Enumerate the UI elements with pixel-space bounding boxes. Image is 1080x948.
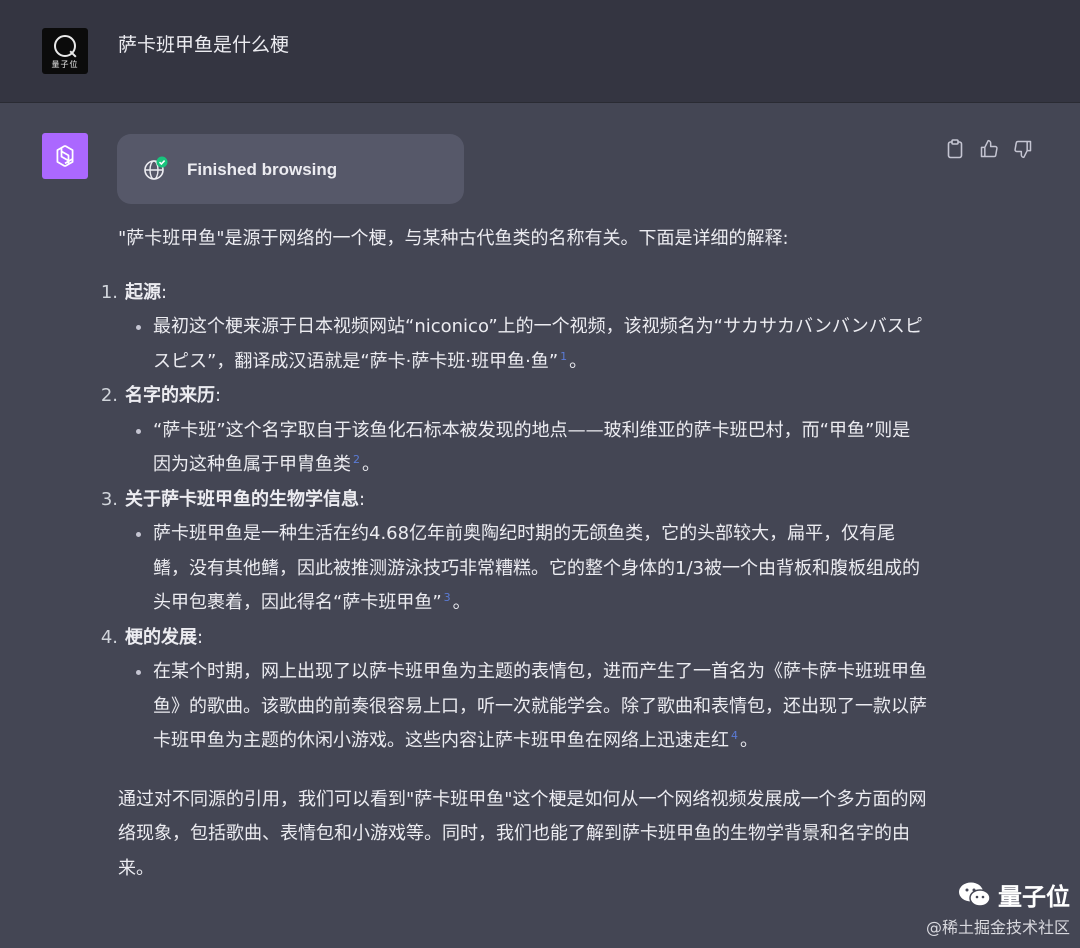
list-heading-colon: : — [359, 488, 366, 510]
thumbs-down-icon — [1014, 140, 1032, 159]
sub-item-tail: 。 — [362, 454, 380, 475]
bullet — [136, 325, 141, 330]
bullet — [136, 428, 141, 434]
sub-list-item: 最初这个梗来源于日本视频网站“niconico”上的一个视频，该视频名为“サカサ… — [136, 310, 928, 379]
sub-list: 在某个时期，网上出现了以萨卡班甲鱼为主题的表情包，进而产生了一首名为《萨卡萨卡班… — [136, 655, 928, 759]
sub-list: “萨卡班”这个名字取自于该鱼化石标本被发现的地点——玻利维亚的萨卡班巴村，而“甲… — [136, 414, 928, 483]
sub-item-text: 在某个时期，网上出现了以萨卡班甲鱼为主题的表情包，进而产生了一首名为《萨卡萨卡班… — [153, 661, 927, 751]
citation-link[interactable]: 4 — [731, 729, 738, 742]
answer-list: 1. 起源: 最初这个梗来源于日本视频网站“niconico”上的一个视频，该视… — [98, 276, 928, 759]
wechat-icon — [959, 882, 991, 907]
browsing-status-pill[interactable]: Finished browsing — [117, 134, 464, 204]
answer-outro: 通过对不同源的引用，我们可以看到"萨卡班甲鱼"这个梗是如何从一个网络视频发展成一… — [118, 788, 927, 879]
sub-list-item: 萨卡班甲鱼是一种生活在约4.68亿年前奥陶纪时期的无颌鱼类，它的头部较大，扁平，… — [136, 517, 928, 621]
watermark-brand: 量子位 — [926, 877, 1070, 912]
list-number: 4. — [100, 626, 118, 648]
bullet — [136, 532, 141, 537]
list-number: 2. — [100, 385, 118, 406]
citation-link[interactable]: 2 — [353, 453, 360, 466]
like-button[interactable] — [978, 138, 1000, 160]
list-heading: 梗的发展 — [125, 626, 197, 648]
watermark: 量子位 @稀土掘金技术社区 — [926, 877, 1070, 938]
openai-logo-icon — [56, 144, 74, 168]
clipboard-icon — [947, 139, 963, 159]
list-item: 4. 梗的发展: 在某个时期，网上出现了以萨卡班甲鱼为主题的表情包，进而产生了一… — [98, 621, 928, 759]
copy-button[interactable] — [944, 138, 966, 160]
user-avatar: 量子位 — [42, 28, 88, 74]
citation-link[interactable]: 1 — [560, 350, 567, 363]
sub-list-item: “萨卡班”这个名字取自于该鱼化石标本被发现的地点——玻利维亚的萨卡班巴村，而“甲… — [136, 414, 928, 483]
list-number: 1. — [100, 281, 118, 303]
watermark-name: 量子位 — [998, 883, 1070, 911]
thumbs-up-icon — [980, 139, 998, 158]
list-heading: 起源 — [125, 281, 161, 303]
sub-item-tail: 。 — [740, 730, 758, 751]
list-item: 1. 起源: 最初这个梗来源于日本视频网站“niconico”上的一个视频，该视… — [98, 276, 928, 380]
user-question: 萨卡班甲鱼是什么梗 — [118, 34, 290, 56]
sub-item-text: “萨卡班”这个名字取自于该鱼化石标本被发现的地点——玻利维亚的萨卡班巴村，而“甲… — [153, 419, 911, 476]
message-actions — [944, 138, 1034, 160]
watermark-site: @稀土掘金技术社区 — [925, 918, 1070, 937]
user-avatar-label: 量子位 — [51, 60, 79, 69]
sub-item-tail: 。 — [569, 350, 588, 372]
list-heading-colon: : — [215, 385, 222, 406]
sub-item-text: 萨卡班甲鱼是一种生活在约4.68亿年前奥陶纪时期的无颌鱼类，它的头部较大，扁平，… — [153, 523, 920, 613]
list-item: 3. 关于萨卡班甲鱼的生物学信息: 萨卡班甲鱼是一种生活在约4.68亿年前奥陶纪… — [98, 483, 928, 621]
list-heading: 关于萨卡班甲鱼的生物学信息 — [125, 488, 359, 510]
list-number: 3. — [100, 488, 118, 510]
sub-list: 最初这个梗来源于日本视频网站“niconico”上的一个视频，该视频名为“サカサ… — [136, 310, 928, 379]
list-heading-colon: : — [161, 281, 168, 303]
list-item: 2. 名字的来历: “萨卡班”这个名字取自于该鱼化石标本被发现的地点——玻利维亚… — [98, 379, 928, 483]
answer-intro: "萨卡班甲鱼"是源于网络的一个梗，与某种古代鱼类的名称有关。下面是详细的解释: — [118, 228, 789, 249]
user-message-row: 量子位 萨卡班甲鱼是什么梗 — [0, 0, 1080, 103]
globe-check-icon — [144, 156, 168, 180]
sub-item-tail: 。 — [452, 592, 471, 613]
sub-list-item: 在某个时期，网上出现了以萨卡班甲鱼为主题的表情包，进而产生了一首名为《萨卡萨卡班… — [136, 655, 928, 759]
sub-item-text: 最初这个梗来源于日本视频网站“niconico”上的一个视频，该视频名为“サカサ… — [153, 316, 923, 372]
browsing-status-text: Finished browsing — [187, 160, 338, 179]
list-heading: 名字的来历 — [125, 385, 215, 406]
citation-link[interactable]: 3 — [444, 591, 451, 604]
assistant-answer: "萨卡班甲鱼"是源于网络的一个梗，与某种古代鱼类的名称有关。下面是详细的解释: … — [101, 222, 928, 886]
assistant-avatar — [42, 133, 88, 179]
list-heading-colon: : — [197, 626, 204, 648]
bullet — [136, 670, 141, 675]
dislike-button[interactable] — [1012, 138, 1034, 160]
sub-list: 萨卡班甲鱼是一种生活在约4.68亿年前奥陶纪时期的无颌鱼类，它的头部较大，扁平，… — [136, 517, 928, 621]
